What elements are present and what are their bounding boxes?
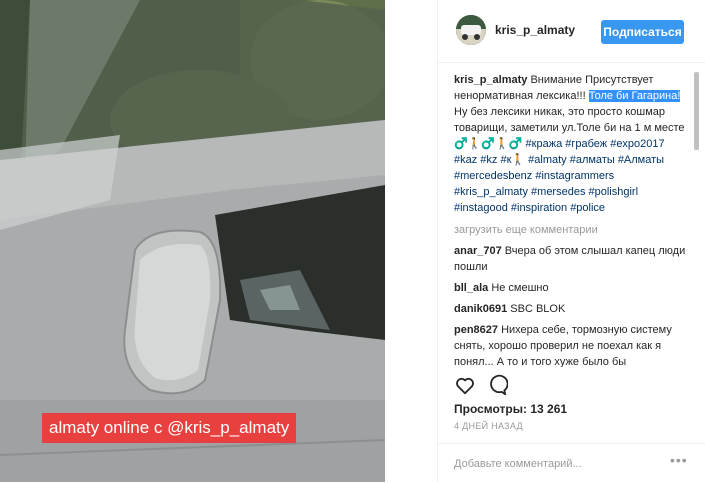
comment-item: pen8627 Нихера себе, тормозную систему с… — [454, 322, 689, 367]
post-actions — [454, 374, 694, 396]
views-number: 13 261 — [530, 402, 568, 416]
comment-username[interactable]: anar_707 — [454, 245, 502, 257]
comments-list[interactable]: kris_p_almaty Внимание Присутствует нено… — [454, 72, 689, 367]
caption-selected-text: Толе би Гагарина! — [588, 90, 681, 102]
comment-username[interactable]: danik0691 — [454, 303, 507, 315]
post-side-panel: kris_p_almaty Подписаться kris_p_almaty … — [437, 0, 705, 482]
post-author-username[interactable]: kris_p_almaty — [495, 23, 575, 37]
comment-item: anar_707 Вчера об этом слышал капец люди… — [454, 243, 689, 275]
post-video[interactable]: almaty online c @kris_p_almaty — [0, 0, 385, 482]
comment-item: danik0691 SBC BLOK — [454, 301, 689, 317]
views-count: Просмотры: 13 261 — [454, 402, 567, 416]
load-more-comments-link[interactable]: загрузить еще комментарии — [454, 222, 689, 238]
caption-username[interactable]: kris_p_almaty — [454, 74, 527, 86]
comment-bubble-icon[interactable] — [486, 374, 509, 396]
video-frame-image — [0, 0, 385, 482]
comment-username[interactable]: pen8627 — [454, 324, 498, 336]
comment-username[interactable]: bll_ala — [454, 282, 488, 294]
add-comment-input[interactable] — [454, 455, 664, 473]
video-caption-overlay: almaty online c @kris_p_almaty — [42, 413, 297, 443]
views-label: Просмотры: — [454, 402, 528, 416]
comments-scrollbar[interactable] — [694, 72, 699, 367]
post-caption: kris_p_almaty Внимание Присутствует нено… — [454, 72, 689, 216]
follow-button[interactable]: Подписаться — [601, 20, 684, 44]
heart-icon[interactable] — [454, 374, 476, 396]
post-timestamp[interactable]: 4 ДНЕЙ НАЗАД — [454, 421, 523, 431]
avatar-image — [456, 15, 486, 45]
comment-text: SBC BLOK — [510, 303, 566, 315]
more-options-icon[interactable]: ••• — [670, 452, 688, 468]
comment-item: bll_ala Не смешно — [454, 280, 689, 296]
instagram-post: almaty online c @kris_p_almaty kris_p_al… — [0, 0, 705, 482]
avatar[interactable] — [456, 15, 486, 45]
comment-text: Не смешно — [491, 282, 549, 294]
add-comment-row: ••• — [438, 443, 705, 483]
post-header: kris_p_almaty Подписаться — [438, 0, 705, 63]
scrollbar-thumb[interactable] — [694, 72, 699, 150]
